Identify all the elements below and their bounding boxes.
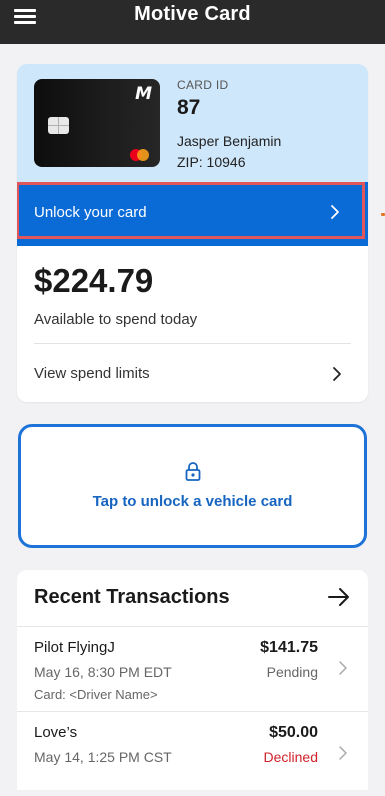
unlock-vehicle-card-button[interactable]: Tap to unlock a vehicle card [18,424,367,548]
transaction-status: Pending [266,664,318,680]
transaction-row[interactable]: Pilot FlyingJ $141.75 May 16, 8:30 PM ED… [17,627,368,711]
transaction-amount: $50.00 [269,724,318,741]
chevron-right-icon [339,661,347,675]
card-summary-panel: M CARD ID 87 Jasper Benjamin ZIP: 10946 … [17,64,368,402]
card-chip-icon [48,117,69,134]
arrow-right-icon[interactable] [327,586,351,608]
card-zip: ZIP: 10946 [177,154,246,170]
chevron-right-icon [333,367,341,381]
chevron-right-icon [339,746,347,760]
card-id-value: 87 [177,96,201,119]
transaction-merchant: Pilot FlyingJ [34,639,115,656]
card-image: M [34,79,160,167]
chevron-right-icon [331,205,339,219]
unlock-card-button[interactable]: Unlock your card [17,182,368,246]
spend-limits-label: View spend limits [34,365,150,382]
transaction-amount: $141.75 [260,639,318,656]
balance-caption: Available to spend today [34,311,198,328]
transaction-row[interactable]: Love’s $50.00 May 14, 1:25 PM CST Declin… [17,712,368,796]
vehicle-card-label: Tap to unlock a vehicle card [92,493,293,510]
transaction-status: Declined [263,749,318,765]
transaction-card: Card: <Driver Name> [34,687,158,702]
transaction-date: May 14, 1:25 PM CST [34,749,172,765]
recent-transactions-panel: Recent Transactions Pilot FlyingJ $141.7… [17,570,368,790]
mastercard-logo-icon [130,149,150,161]
transactions-title: Recent Transactions [34,586,230,608]
transaction-date: May 16, 8:30 PM EDT [34,664,172,680]
cardholder-name: Jasper Benjamin [177,133,282,149]
view-spend-limits-button[interactable]: View spend limits [17,344,368,402]
motive-logo-icon: M [135,84,152,104]
card-info-section: M CARD ID 87 Jasper Benjamin ZIP: 10946 [17,64,368,182]
card-id-label: CARD ID [177,78,229,92]
annotation-marker [381,213,385,216]
transaction-merchant: Love’s [34,724,78,741]
lock-icon [185,462,201,481]
app-header: Motive Card [0,0,385,44]
available-balance: $224.79 [34,262,154,299]
unlock-card-label: Unlock your card [34,204,147,221]
page-title: Motive Card [134,3,251,25]
